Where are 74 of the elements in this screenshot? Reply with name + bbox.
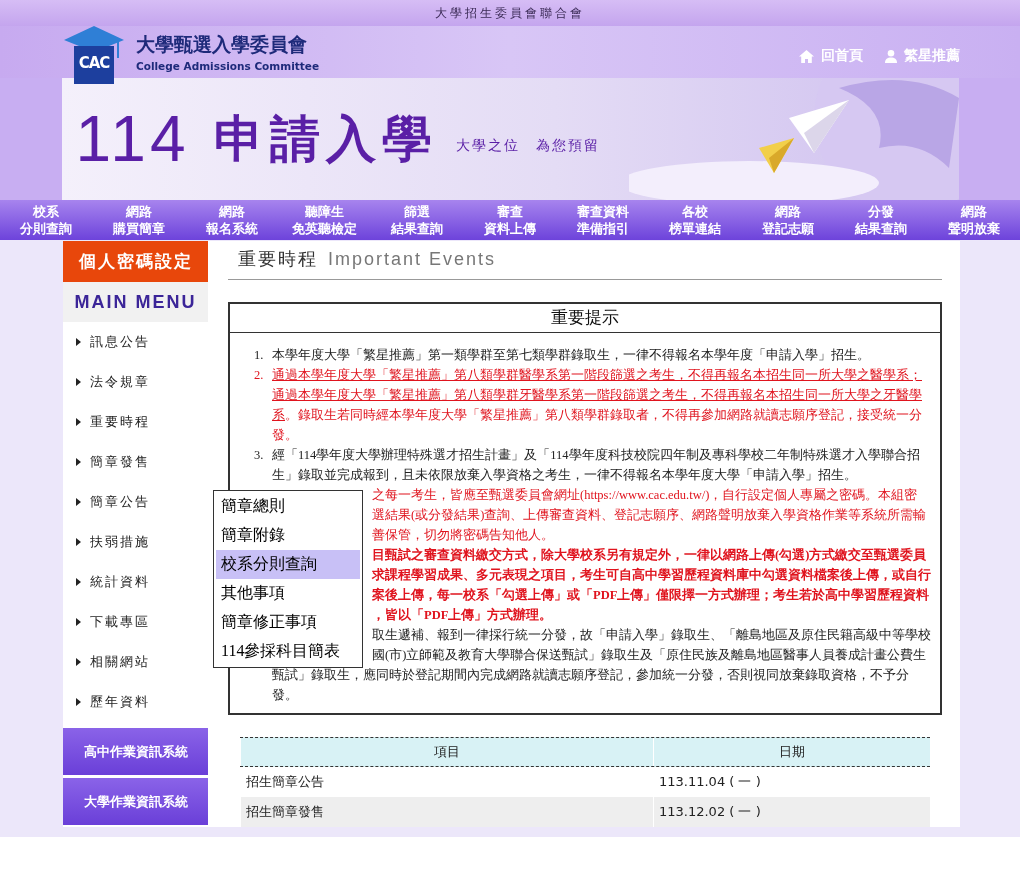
sidebar-item[interactable]: 下載專區	[63, 602, 208, 642]
top-bar-title: 大學招生委員會聯合會	[435, 4, 585, 22]
notice-line: 國(市)立師範及教育大學聯合保送甄試」錄取生及「原住民族及離島地區醫事人員養成計畫公費生	[372, 647, 928, 664]
nav-link[interactable]: 篩選 結果查詢	[370, 200, 464, 240]
notice-line: 發。	[272, 687, 299, 704]
nav-link[interactable]: 各校 榜單連結	[649, 200, 742, 240]
popup-menu-item[interactable]: 簡章附錄	[216, 521, 360, 550]
triangle-icon	[76, 658, 81, 666]
sidebar-item[interactable]: 簡章發售	[63, 442, 208, 482]
item-number: 3.	[254, 447, 265, 464]
triangle-icon	[76, 338, 81, 346]
nav-link[interactable]: 網路 聲明放棄	[927, 200, 1020, 240]
triangle-icon	[76, 498, 81, 506]
system-button[interactable]: 高中作業資訊系統	[63, 728, 208, 775]
sidebar-item[interactable]: 法令規章	[63, 362, 208, 402]
table-cell: 113.12.02 ( 一 )	[653, 797, 930, 827]
org-name-english: College Admissions Committee	[136, 60, 320, 72]
page-title-english: Important Events	[328, 249, 497, 270]
triangle-icon	[76, 458, 81, 466]
popup-menu-item[interactable]: 114參採科目簡表	[216, 637, 360, 666]
banner-title: 申請入學	[213, 108, 438, 170]
triangle-icon	[76, 378, 81, 386]
password-button[interactable]: 個人密碼設定	[63, 241, 208, 282]
sidebar-item[interactable]: 相關網站	[63, 642, 208, 682]
notice-line: 甄試」錄取生，應同時於登記期間內完成網路就讀志願序登記，參加統一分發，否則視同放棄錄取資格，不予分	[272, 667, 910, 684]
notice-text: 本學年度大學「繁星推薦」第一類學群至第七類學群錄取生，一律不得報名本學年度「申請入學」招生。	[272, 347, 871, 364]
notice-line: 選結果(或分發結果)查詢、上傳審查資料、登記志願序、網路聲明放棄入學資格作業等系統所需輸	[372, 507, 927, 524]
notice-line: ，皆以「PDF上傳」方式辦理。	[372, 606, 554, 624]
banner-slogan: 大學之位 為您預留	[455, 137, 601, 155]
popup-menu-item[interactable]: 簡章總則	[216, 492, 360, 521]
nav-link[interactable]: 網路 登記志願	[741, 200, 835, 240]
sidebar-item[interactable]: 扶弱措施	[63, 522, 208, 562]
notice-line: 案後上傳，每一校系「勾選上傳」或「PDF上傳」僅限擇一方式辦理；考生若於高中學習歷程資料	[372, 586, 931, 604]
notice-heading: 重要提示	[551, 307, 619, 327]
triangle-icon	[76, 418, 81, 426]
nav-link[interactable]: 審查資料 準備指引	[556, 200, 650, 240]
item-number: 2.	[254, 367, 265, 384]
popup-menu-item[interactable]: 其他事項	[216, 579, 360, 608]
nav-link[interactable]: 校系 分則查詢	[0, 200, 93, 240]
nav-link[interactable]: 審查 資料上傳	[463, 200, 557, 240]
item-number: 1.	[254, 347, 265, 364]
banner-number: 114	[75, 102, 190, 176]
sidebar-item[interactable]: 歷年資料	[63, 682, 208, 722]
sidebar-item[interactable]: 簡章公告	[63, 482, 208, 522]
popup-menu-item[interactable]: 簡章修正事項	[216, 608, 360, 637]
home-icon	[799, 49, 814, 63]
system-button[interactable]: 大學作業資訊系統	[63, 778, 208, 825]
column-header: 項目	[240, 738, 653, 766]
notice-line: 之每一考生，皆應至甄選委員會網址(https://www.cac.edu.tw/)，自行設定個人專屬之密碼。本組密	[372, 487, 919, 504]
notice-line: 目甄試之審查資料繳交方式，除大學校系另有規定外，一律以網路上傳(勾選)方式繳交至甄選委員	[372, 546, 928, 564]
notice-text: 通過本學年度大學「繁星推薦」第八類學群醫學系第一階段篩選之考生，不得再報名本招生同一所大學之醫學系；通過本學年度大學「繁星推薦」第八類學群牙醫學系第一階段篩選之考生，不得再報名本招生同一所大學之牙醫學系。錄取生若同時經本學年度大學「繁星推薦」第八類學群錄取者，不得再參加網路就讀志願序登記，接受統一分發。	[272, 367, 923, 444]
notice-line: 善保管，切勿將密碼告知他人。	[372, 527, 555, 544]
column-header: 日期	[653, 738, 930, 766]
popup-menu-item[interactable]: 校系分則查詢	[216, 550, 360, 579]
notice-text: 經「114學年度大學辦理特殊選才招生計畫」及「114學年度科技校院四年制及專科學校二年制特殊選才入學聯合招生」錄取並完成報到，且未依限放棄入學資格之考生，一律不得報名本學年度大學「申請入學」招生。	[272, 447, 921, 484]
triangle-icon	[76, 698, 81, 706]
logo: CAC	[64, 26, 124, 84]
triangle-icon	[76, 578, 81, 586]
nav-link[interactable]: 分發 結果查詢	[834, 200, 928, 240]
sidebar-item[interactable]: 訊息公告	[63, 322, 208, 362]
nav-link[interactable]: 聽障生 免英聽檢定	[278, 200, 371, 240]
menu-title: MAIN MENU	[63, 282, 208, 322]
triangle-icon	[76, 618, 81, 626]
table-cell: 招生簡章發售	[240, 797, 653, 827]
sidebar-item[interactable]: 重要時程	[63, 402, 208, 442]
sidebar-item[interactable]: 統計資料	[63, 562, 208, 602]
nav-link[interactable]: 網路 報名系統	[185, 200, 279, 240]
notice-line: 取生遞補、報到一律採行統一分發，故「申請入學」錄取生、「離島地區及原住民籍高級中等學校	[372, 627, 931, 644]
org-name: 大學甄選入學委員會	[136, 32, 308, 57]
triangle-icon	[76, 538, 81, 546]
user-icon	[885, 49, 897, 63]
page-title: 重要時程	[238, 247, 318, 271]
nav-link[interactable]: 網路 購買簡章	[92, 200, 186, 240]
notice-line: 求課程學習成果、多元表現之項目，考生可自高中學習歷程資料庫中勾選資料檔案後上傳，或自行	[372, 566, 931, 584]
